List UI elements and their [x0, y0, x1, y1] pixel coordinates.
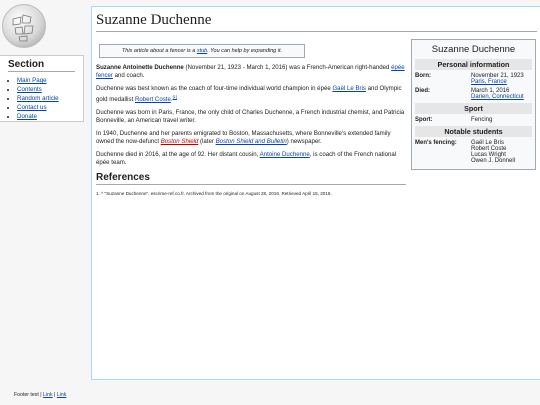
- footer-link[interactable]: Link: [43, 392, 53, 398]
- article-content: Suzanne Duchenne This article about a fe…: [91, 6, 540, 380]
- antoine-duchenne-link[interactable]: Antoine Duchenne: [260, 151, 310, 158]
- sidebar-item-contact-us[interactable]: Contact us: [17, 104, 47, 111]
- infobox-students-heading: Notable students: [415, 126, 532, 137]
- paragraph-birth: Duchenne was born in Paris, France, the …: [96, 109, 405, 124]
- references-heading: References: [96, 172, 406, 186]
- paragraph-death: Duchenne died in 2016, at the age of 92.…: [96, 151, 397, 166]
- students-label: Men's fencing:: [415, 140, 457, 146]
- sidebar-item-donate[interactable]: Donate: [17, 113, 37, 120]
- reference-item: 1. ^ "Suzanne Duchenne". escrime-ref.co.…: [96, 191, 332, 197]
- page-title: Suzanne Duchenne: [96, 11, 537, 32]
- paragraph-emigration: In 1940, Duchenne and her parents emigra…: [96, 130, 391, 145]
- reference-marker[interactable]: [1]: [173, 94, 177, 99]
- globe-icon: [12, 14, 34, 42]
- sidebar-list: Main Page Contents Random article Contac…: [8, 76, 83, 121]
- boston-shield-bulletin-link[interactable]: Boston Shield and Bulletin: [216, 138, 287, 145]
- died-label: Died:: [415, 88, 430, 94]
- sport-label: Sport:: [415, 117, 433, 123]
- robert-coste-link[interactable]: Robert Coste: [135, 96, 171, 103]
- infobox-title: Suzanne Duchenne: [431, 44, 516, 55]
- sidebar-heading: Section: [8, 59, 75, 72]
- footer-link[interactable]: Link: [57, 392, 67, 398]
- stub-notice: This article about a fencer is a stub. Y…: [99, 44, 305, 58]
- infobox-personal-heading: Personal information: [415, 59, 532, 70]
- born-place-link[interactable]: Paris, France: [471, 79, 507, 85]
- gael-le-bris-link[interactable]: Gaël Le Bris: [332, 85, 366, 92]
- boston-shield-link[interactable]: Boston Shield: [161, 138, 199, 145]
- site-logo[interactable]: [2, 4, 46, 48]
- infobox: Suzanne Duchenne Personal information Bo…: [411, 39, 536, 170]
- article-body: Suzanne Antoinette Duchenne (November 21…: [96, 64, 406, 166]
- sidebar-item-contents[interactable]: Contents: [17, 86, 42, 93]
- sidebar-navigation: Section Main Page Contents Random articl…: [0, 55, 84, 122]
- infobox-sport-heading: Sport: [415, 103, 532, 114]
- paragraph-intro: Suzanne Antoinette Duchenne (November 21…: [96, 64, 405, 79]
- born-label: Born:: [415, 73, 431, 79]
- stub-link[interactable]: stub: [197, 48, 207, 54]
- sport-value: Fencing: [471, 117, 493, 123]
- sidebar-item-random-article[interactable]: Random article: [17, 95, 59, 102]
- paragraph-coaching: Duchenne was best known as the coach of …: [96, 85, 402, 103]
- sidebar-item-main-page[interactable]: Main Page: [17, 77, 47, 84]
- died-place-link[interactable]: Darien, Connecticut: [471, 94, 524, 100]
- footer: Footer text | Link | Link: [14, 392, 67, 398]
- student-name: Owen J. Donnell: [471, 158, 516, 164]
